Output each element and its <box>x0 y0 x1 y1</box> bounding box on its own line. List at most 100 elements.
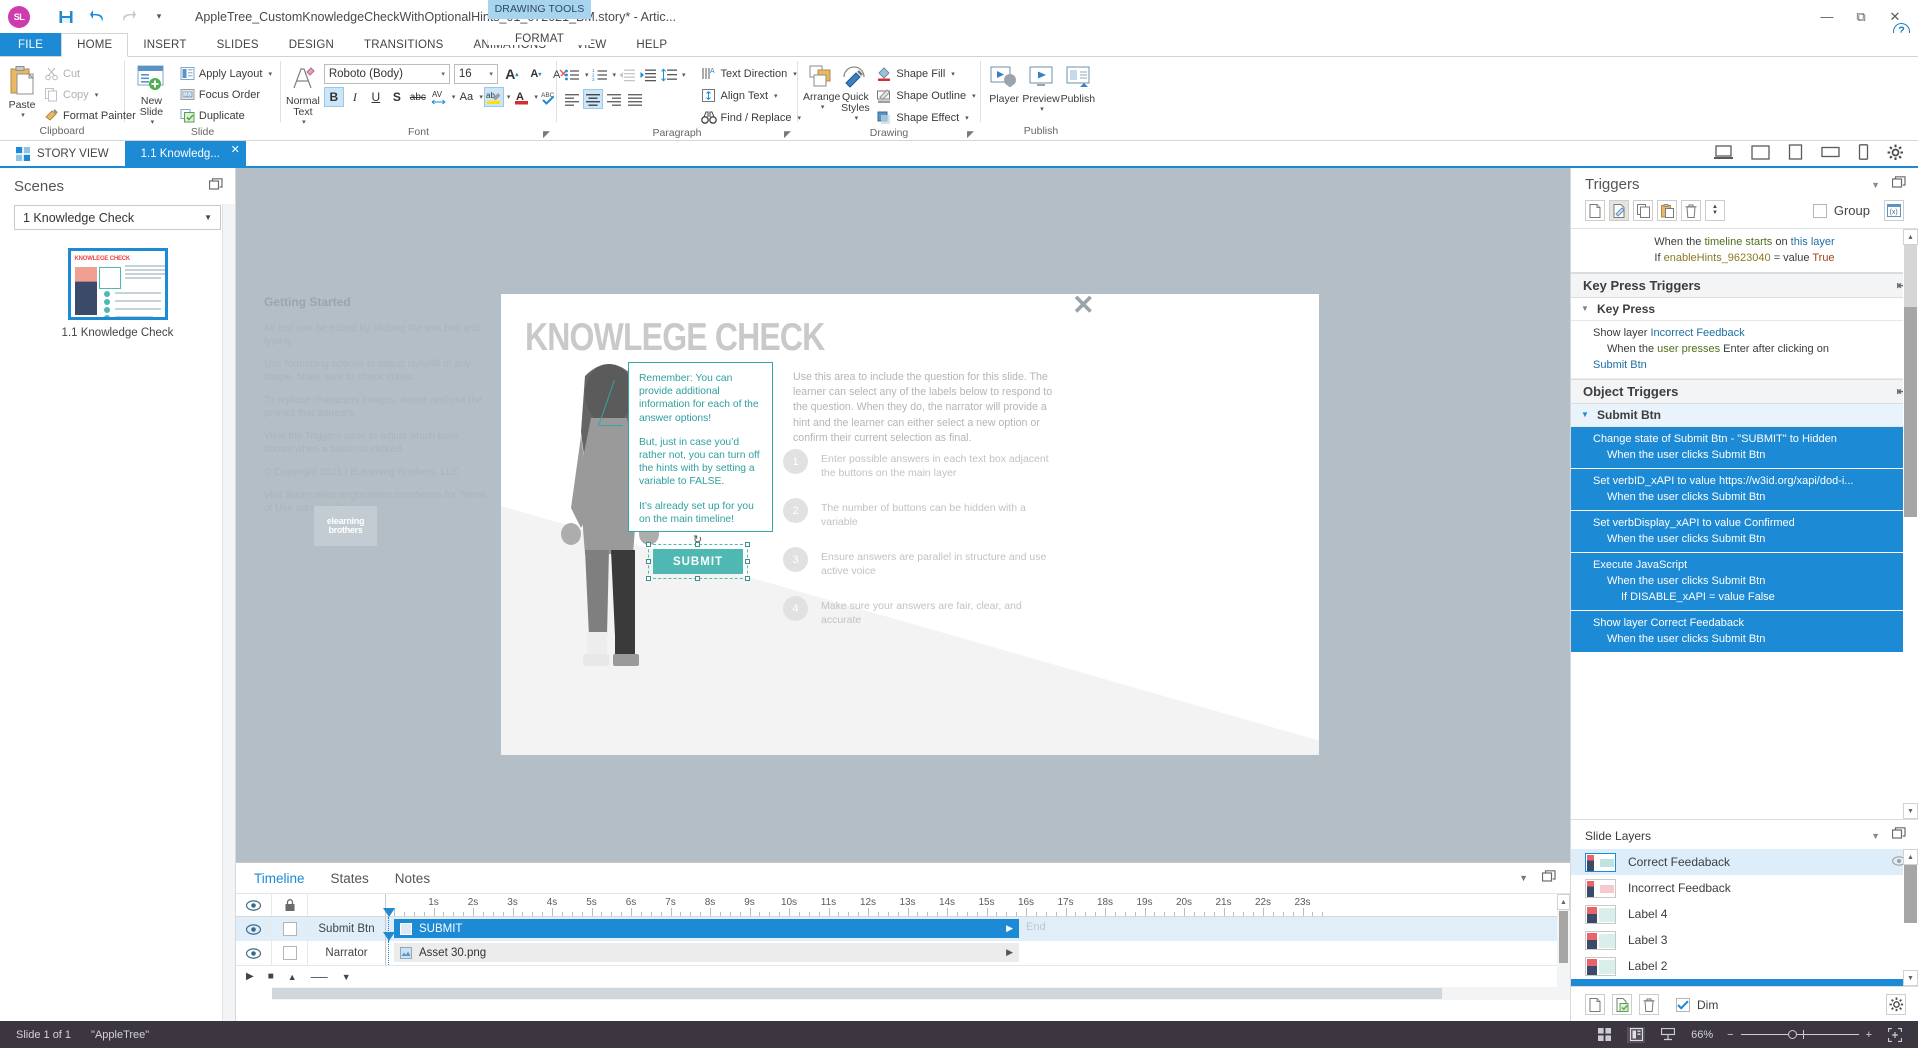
group-checkbox[interactable] <box>1813 204 1827 218</box>
trigger-item[interactable]: Set verbID_xAPI to value https://w3id.or… <box>1571 469 1918 511</box>
shape-fill-caret[interactable]: ▾ <box>951 70 955 78</box>
trigger-item[interactable]: Show layer Correct Feedaback When the us… <box>1571 611 1918 653</box>
tab-file[interactable]: FILE <box>0 33 61 57</box>
edit-trigger-button[interactable] <box>1609 200 1629 221</box>
drawing-dialog-launcher[interactable]: ◤ <box>967 129 977 139</box>
normal-text-caret[interactable]: ▾ <box>302 118 306 126</box>
layers-restore-icon[interactable] <box>1892 827 1906 844</box>
track-visibility-toggle[interactable] <box>236 941 272 965</box>
slide-title[interactable]: KNOWLEGE CHECK <box>525 316 824 360</box>
stop-button[interactable]: ■ <box>268 971 274 982</box>
scroll-down-button[interactable]: ▼ <box>1903 803 1918 819</box>
submit-button-selection[interactable]: ↻ SUBMIT <box>653 549 743 574</box>
slide-thumbnail[interactable]: KNOWLEGE CHECK <box>68 248 168 320</box>
shape-effect-button[interactable]: Shape Effect ▾ <box>873 108 978 127</box>
font-family-caret[interactable]: ▾ <box>441 70 445 78</box>
undo-icon[interactable] <box>87 7 107 27</box>
new-slide-caret[interactable]: ▾ <box>151 118 155 126</box>
character-spacing-button[interactable]: AV <box>429 87 449 107</box>
delete-layer-button[interactable] <box>1639 994 1659 1015</box>
expand-tracks-button[interactable]: ▲ <box>288 972 297 982</box>
tab-home[interactable]: HOME <box>61 33 128 57</box>
numbering-button[interactable]: 123 <box>590 65 610 85</box>
find-replace-button[interactable]: Find / Replace ▾ <box>698 108 804 127</box>
increase-indent-button[interactable] <box>638 65 658 85</box>
quick-styles-caret[interactable]: ▾ <box>855 114 859 122</box>
font-color-button[interactable]: A <box>511 87 531 107</box>
font-family-combo[interactable]: Roboto (Body) ▾ <box>324 64 450 84</box>
scrollbar-thumb[interactable] <box>1904 307 1917 517</box>
table-row[interactable]: Submit Btn SUBMIT ▶ End <box>236 917 1570 941</box>
tab-notes[interactable]: Notes <box>395 871 430 886</box>
list-item[interactable]: Correct Feedaback <box>1571 849 1918 875</box>
tab-story-view[interactable]: STORY VIEW <box>0 141 125 166</box>
zoom-timeline-slider[interactable]: ── <box>311 970 328 984</box>
trigger-item[interactable]: Execute JavaScript When the user clicks … <box>1571 553 1918 611</box>
scroll-up-button[interactable]: ▲ <box>1903 229 1918 245</box>
strikethrough-button[interactable]: abc <box>408 87 428 107</box>
align-left-button[interactable] <box>562 89 582 109</box>
zoom-in-button[interactable]: + <box>1866 1029 1872 1041</box>
numbering-caret[interactable]: ▾ <box>613 71 617 79</box>
restore-button[interactable]: ⧉ <box>1854 10 1868 24</box>
tab-format[interactable]: FORMAT <box>488 33 591 45</box>
spelling-button[interactable]: ABC <box>539 87 559 107</box>
focus-order-button[interactable]: abc Focus Order <box>177 85 275 104</box>
tab-transitions[interactable]: TRANSITIONS <box>349 33 459 57</box>
shape-outline-button[interactable]: Shape Outline ▾ <box>873 86 978 105</box>
align-center-button[interactable] <box>583 89 603 109</box>
paste-dropdown-caret[interactable]: ▾ <box>21 111 25 119</box>
tab-help[interactable]: HELP <box>621 33 682 57</box>
change-case-button[interactable]: Aa <box>456 87 476 107</box>
triggers-restore-icon[interactable] <box>1892 176 1906 193</box>
close-tab-icon[interactable]: ✕ <box>231 143 240 156</box>
zoom-slider[interactable]: − + <box>1727 1029 1872 1041</box>
timeline-ruler[interactable]: 1s2s3s4s5s6s7s8s9s10s11s12s13s14s15s16s1… <box>386 894 1570 916</box>
font-dialog-launcher[interactable]: ◤ <box>543 129 553 139</box>
question-text[interactable]: Use this area to include the question fo… <box>793 370 1056 446</box>
align-right-button[interactable] <box>604 89 624 109</box>
timeline-horizontal-scrollbar[interactable] <box>272 987 1557 1000</box>
trigger-group-key-press[interactable]: ▼ Key Press <box>1571 298 1918 321</box>
paste-button[interactable]: Paste ▾ <box>5 62 39 119</box>
slide-content[interactable]: KNOWLEGE CHECK <box>501 294 1319 755</box>
timeline-bar-narrator[interactable]: Asset 30.png ▶ <box>394 943 1019 962</box>
arrange-button[interactable]: Arrange ▾ <box>803 62 840 111</box>
new-layer-button[interactable] <box>1585 994 1605 1015</box>
timeline-restore-icon[interactable] <box>1542 870 1556 887</box>
highlight-caret[interactable]: ▾ <box>507 93 511 101</box>
underline-button[interactable]: U <box>366 87 386 107</box>
timeline-collapse-icon[interactable]: ▼ <box>1519 873 1528 883</box>
slide-canvas[interactable]: Getting Started All text can be edited b… <box>236 168 1570 1022</box>
bar-expand-caret[interactable]: ▶ <box>1006 923 1013 934</box>
timeline-condition-trigger[interactable]: When the timeline starts on this layer I… <box>1571 229 1918 273</box>
save-icon[interactable] <box>56 7 76 27</box>
scroll-down-button[interactable]: ▼ <box>1903 970 1918 986</box>
paste-trigger-button[interactable] <box>1657 200 1677 221</box>
copy-trigger-button[interactable] <box>1633 200 1653 221</box>
list-item[interactable]: Label 2 <box>1571 953 1918 979</box>
table-row[interactable]: Narrator Asset 30.png ▶ <box>236 941 1570 965</box>
dim-checkbox[interactable] <box>1676 998 1690 1012</box>
copy-dropdown-caret[interactable]: ▾ <box>95 91 99 99</box>
trigger-item[interactable]: Show layer Incorrect Feedback When the u… <box>1571 321 1918 379</box>
redo-icon[interactable] <box>118 7 138 27</box>
highlight-button[interactable]: ab <box>484 87 504 107</box>
close-layer-icon[interactable]: ✕ <box>1072 290 1095 321</box>
delete-trigger-button[interactable] <box>1681 200 1701 221</box>
chevron-down-icon[interactable]: ▼ <box>204 213 212 222</box>
shadow-button[interactable]: S <box>387 87 407 107</box>
arrange-caret[interactable]: ▾ <box>821 103 825 111</box>
change-case-caret[interactable]: ▾ <box>479 93 483 101</box>
line-spacing-caret[interactable]: ▾ <box>682 71 686 79</box>
tab-slides[interactable]: SLIDES <box>202 33 274 57</box>
scrollbar-thumb[interactable] <box>1904 865 1917 923</box>
text-direction-caret[interactable]: ▾ <box>793 70 797 78</box>
tab-slide-1-1[interactable]: 1.1 Knowledg... ✕ <box>125 141 246 166</box>
duplicate-button[interactable]: Duplicate <box>177 106 275 125</box>
shape-effect-caret[interactable]: ▾ <box>965 114 969 122</box>
align-text-caret[interactable]: ▾ <box>774 92 778 100</box>
duplicate-layer-button[interactable] <box>1612 994 1632 1015</box>
triggers-scrollbar[interactable]: ▲ ▼ <box>1903 229 1918 819</box>
trigger-item[interactable]: Change state of Submit Btn - "SUBMIT" to… <box>1571 427 1918 469</box>
